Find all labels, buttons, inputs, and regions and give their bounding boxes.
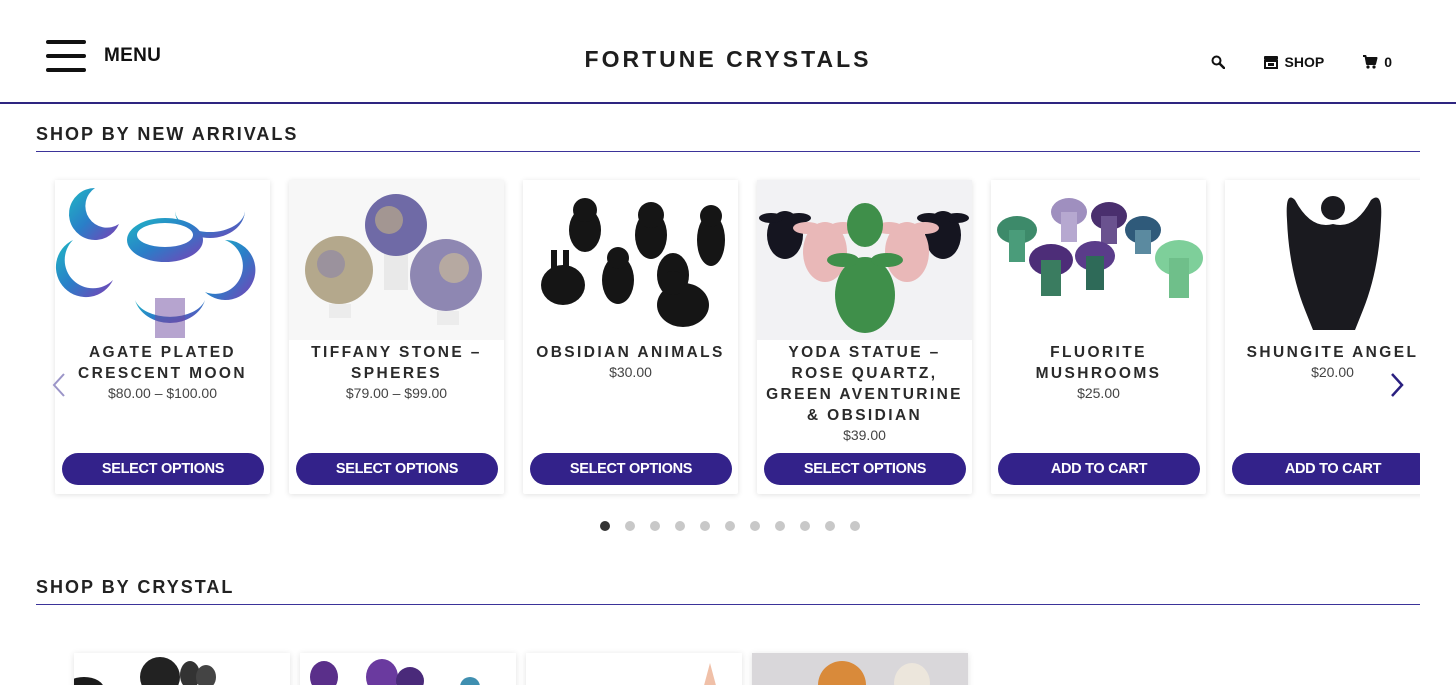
crystal-category-card[interactable] [300, 653, 516, 685]
product-title[interactable]: AGATE PLATED CRESCENT MOON [55, 342, 270, 384]
carousel-pagination [600, 521, 860, 531]
new-arrivals-heading: SHOP BY NEW ARRIVALS [36, 124, 299, 144]
product-image[interactable] [991, 180, 1206, 340]
product-card[interactable]: TIFFANY STONE – SPHERES $79.00 – $99.00 … [289, 180, 504, 494]
pagination-dot[interactable] [775, 521, 785, 531]
pagination-dot[interactable] [800, 521, 810, 531]
carousel-next-arrow-icon[interactable] [1388, 372, 1406, 403]
add-to-cart-button[interactable]: ADD TO CART [998, 453, 1200, 485]
crystal-category-card[interactable] [526, 653, 742, 685]
product-title[interactable]: FLUORITE MUSHROOMS [991, 342, 1206, 384]
crystal-category-image[interactable] [752, 653, 968, 685]
crystal-category-row [74, 653, 968, 685]
pagination-dot[interactable] [600, 521, 610, 531]
pagination-dot[interactable] [850, 521, 860, 531]
product-image[interactable] [289, 180, 504, 340]
product-title[interactable]: TIFFANY STONE – SPHERES [289, 342, 504, 384]
product-image[interactable] [55, 180, 270, 340]
carousel-prev-arrow-icon[interactable] [50, 372, 68, 403]
pagination-dot[interactable] [750, 521, 760, 531]
pagination-dot[interactable] [700, 521, 710, 531]
select-options-button[interactable]: SELECT OPTIONS [296, 453, 498, 485]
product-card[interactable]: YODA STATUE – ROSE QUARTZ, GREEN AVENTUR… [757, 180, 972, 494]
section-divider [36, 604, 1420, 605]
site-header: MENU FORTUNE CRYSTALS SHOP 0 [0, 0, 1456, 104]
product-image[interactable] [1225, 180, 1420, 340]
product-image[interactable] [523, 180, 738, 340]
header-actions: SHOP 0 [1211, 54, 1392, 70]
product-price: $30.00 [609, 364, 652, 380]
pagination-dot[interactable] [675, 521, 685, 531]
shop-by-crystal-heading: SHOP BY CRYSTAL [36, 577, 235, 597]
section-divider [36, 151, 1420, 152]
product-title[interactable]: YODA STATUE – ROSE QUARTZ, GREEN AVENTUR… [757, 342, 972, 426]
new-arrivals-carousel: AGATE PLATED CRESCENT MOON $80.00 – $100… [36, 170, 1420, 510]
crystal-category-image[interactable] [526, 653, 742, 685]
product-price: $25.00 [1077, 385, 1120, 401]
select-options-button[interactable]: SELECT OPTIONS [530, 453, 732, 485]
select-options-button[interactable]: SELECT OPTIONS [62, 453, 264, 485]
pagination-dot[interactable] [825, 521, 835, 531]
product-card[interactable]: AGATE PLATED CRESCENT MOON $80.00 – $100… [55, 180, 270, 494]
search-icon[interactable] [1211, 55, 1225, 69]
shop-label[interactable]: SHOP [1285, 54, 1325, 70]
crystal-category-image[interactable] [300, 653, 516, 685]
pagination-dot[interactable] [650, 521, 660, 531]
store-icon [1263, 56, 1278, 69]
select-options-button[interactable]: SELECT OPTIONS [764, 453, 966, 485]
product-card[interactable]: OBSIDIAN ANIMALS $30.00 SELECT OPTIONS [523, 180, 738, 494]
product-card[interactable]: FLUORITE MUSHROOMS $25.00 ADD TO CART [991, 180, 1206, 494]
product-price: $39.00 [843, 427, 886, 443]
carousel-track: AGATE PLATED CRESCENT MOON $80.00 – $100… [55, 180, 1420, 494]
shop-link[interactable]: SHOP [1263, 54, 1325, 70]
pagination-dot[interactable] [625, 521, 635, 531]
product-price: $79.00 – $99.00 [345, 385, 448, 401]
add-to-cart-button[interactable]: ADD TO CART [1232, 453, 1420, 485]
product-title[interactable]: OBSIDIAN ANIMALS [523, 342, 738, 363]
cart-link[interactable]: 0 [1362, 54, 1392, 70]
crystal-category-card[interactable] [752, 653, 968, 685]
product-card[interactable]: SHUNGITE ANGEL $20.00 ADD TO CART [1225, 180, 1420, 494]
crystal-category-card[interactable] [74, 653, 290, 685]
cart-icon [1363, 55, 1378, 69]
crystal-category-image[interactable] [74, 653, 290, 685]
product-title[interactable]: SHUNGITE ANGEL [1225, 342, 1420, 363]
cart-count[interactable]: 0 [1384, 54, 1392, 70]
product-price: $80.00 – $100.00 [108, 385, 217, 401]
pagination-dot[interactable] [725, 521, 735, 531]
product-image[interactable] [757, 180, 972, 340]
